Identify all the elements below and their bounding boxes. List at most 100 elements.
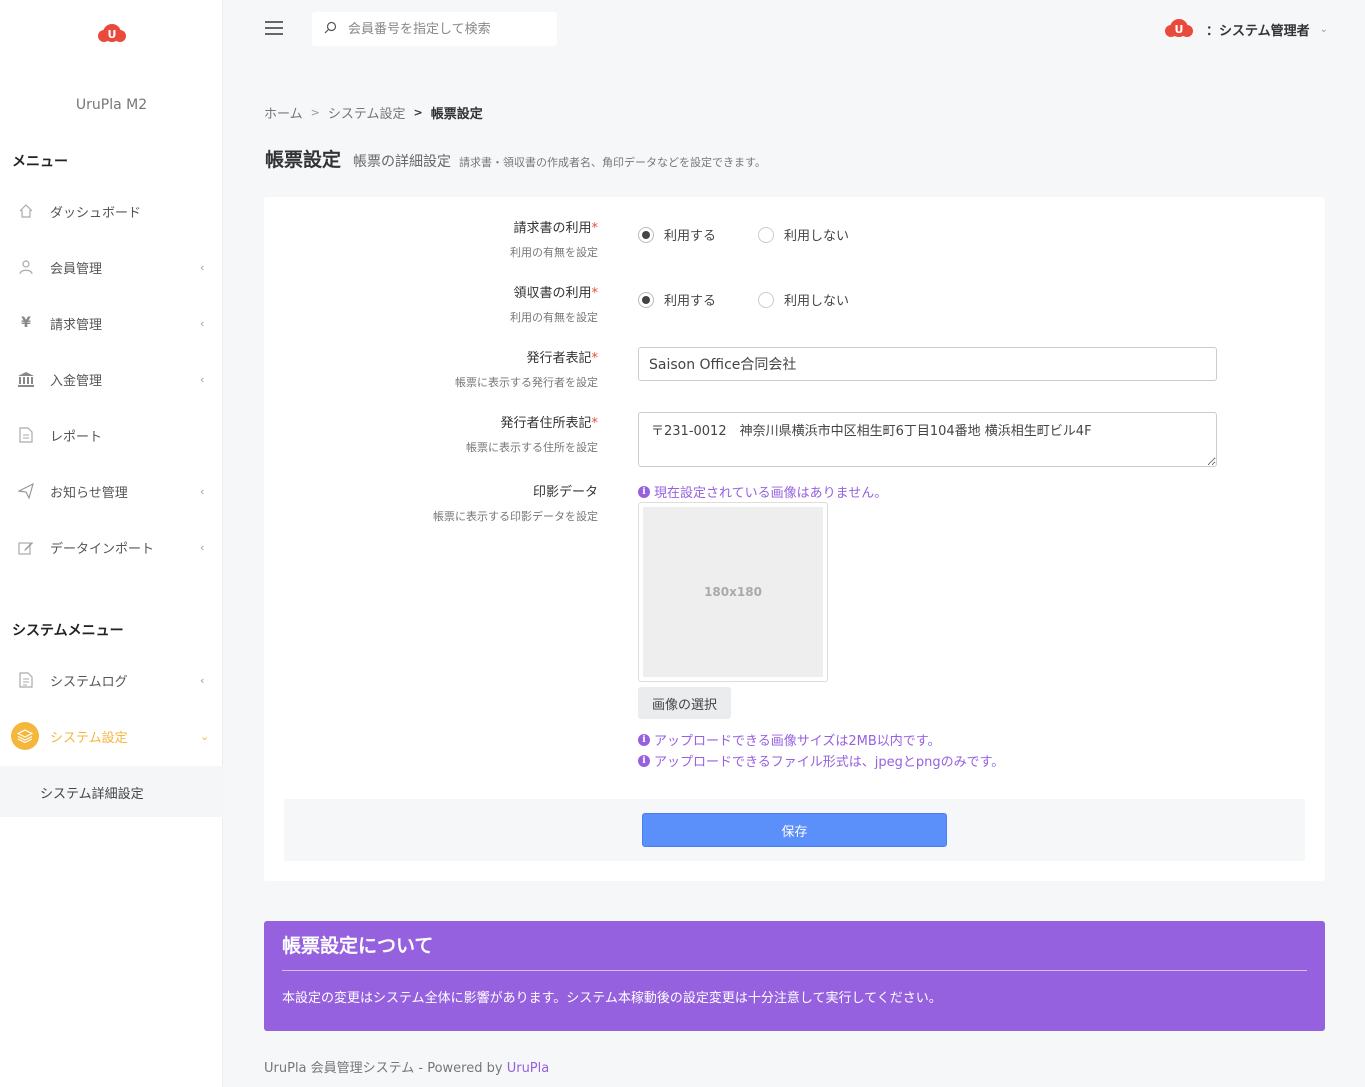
receipt-use-radio[interactable]: 利用する [638, 290, 716, 309]
required-mark: * [591, 221, 599, 236]
hamburger-menu-icon[interactable] [265, 21, 283, 35]
issuer-input[interactable] [638, 347, 1217, 381]
notice-text: アップロードできる画像サイズは2MB以内です。 [654, 734, 941, 749]
receipt-usage-label: 領収書の利用 [513, 286, 592, 301]
chevron-left-icon: ‹ [200, 372, 205, 386]
seal-label: 印影データ [532, 485, 598, 500]
submenu: システム詳細設定 [0, 766, 223, 817]
receipt-usage-radio-group: 利用する 利用しない [638, 290, 891, 309]
sidebar-item-label: 会員管理 [50, 261, 103, 277]
sidebar-item-billing[interactable]: ¥ 請求管理 ‹ [0, 303, 223, 343]
radio-label: 利用する [664, 294, 717, 309]
sidebar-subitem-system-detail-settings[interactable]: システム詳細設定 [40, 783, 144, 802]
chevron-left-icon: ‹ [200, 316, 205, 330]
radio-unchecked[interactable] [758, 291, 775, 308]
user-menu[interactable]: U ：システム管理者 ⌄ [1164, 16, 1328, 42]
issuer-label: 発行者表記 [526, 351, 592, 366]
notice-text: 現在設定されている画像はありません。 [654, 486, 888, 501]
radio-label: 利用しない [784, 294, 850, 309]
required-mark: * [591, 416, 599, 431]
user-icon [17, 258, 35, 276]
select-image-button[interactable]: 画像の選択 [638, 687, 731, 719]
seal-notice-format: i アップロードできるファイル形式は、jpegとpngのみです。 [638, 751, 1004, 770]
sidebar-item-label: 入金管理 [50, 373, 103, 389]
address-textarea[interactable]: 〒231-0012 神奈川県横浜市中区相生町6丁目104番地 横浜相生町ビル4F [638, 412, 1217, 467]
info-divider [282, 970, 1307, 971]
seal-image-frame: 180x180 [638, 502, 828, 682]
footer-text: UruPla 会員管理システム - Powered by [264, 1061, 507, 1076]
radio-label: 利用する [664, 229, 717, 244]
log-icon [17, 671, 35, 689]
breadcrumb: ホーム > システム設定 > 帳票設定 [264, 103, 483, 122]
address-help: 帳票に表示する住所を設定 [466, 441, 598, 454]
radio-label: 利用しない [784, 229, 850, 244]
settings-form-card: 請求書の利用* 利用の有無を設定 利用する 利用しない 領収書の利用* 利用の有… [264, 197, 1325, 881]
document-icon [17, 426, 35, 444]
invoice-usage-label: 請求書の利用 [513, 221, 592, 236]
breadcrumb-parent[interactable]: システム設定 [328, 103, 406, 122]
receipt-usage-help: 利用の有無を設定 [510, 311, 598, 324]
sidebar-item-data-import[interactable]: データインポート ‹ [0, 527, 223, 567]
footer-link[interactable]: UruPla [507, 1061, 550, 1076]
sidebar-item-system-log[interactable]: システムログ ‹ [0, 660, 223, 700]
sidebar-item-notices[interactable]: お知らせ管理 ‹ [0, 471, 223, 511]
invoice-usage-help: 利用の有無を設定 [510, 246, 598, 259]
breadcrumb-separator-icon: > [413, 106, 423, 119]
system-menu-heading: システムメニュー [12, 623, 124, 639]
seal-notice-size: i アップロードできる画像サイズは2MB以内です。 [638, 730, 940, 749]
chevron-down-icon: ⌄ [200, 729, 210, 743]
sidebar-item-label: レポート [50, 429, 103, 445]
breadcrumb-current: 帳票設定 [430, 107, 483, 122]
site-footer: UruPla 会員管理システム - Powered by UruPla [264, 1057, 549, 1076]
sidebar-item-reports[interactable]: レポート [0, 415, 223, 455]
search-icon[interactable] [324, 21, 337, 38]
info-icon: i [638, 485, 650, 498]
user-avatar-logo: U [1165, 19, 1193, 37]
sidebar-item-label: ダッシュボード [50, 205, 142, 221]
address-label: 発行者住所表記 [500, 416, 592, 431]
brand-logo[interactable]: U [97, 20, 127, 44]
seal-help: 帳票に表示する印影データを設定 [433, 510, 598, 523]
chevron-left-icon: ‹ [200, 673, 205, 687]
menu-heading: メニュー [12, 154, 68, 170]
chevron-down-icon: ⌄ [1319, 23, 1329, 35]
svg-text:U: U [1175, 23, 1184, 36]
sidebar-item-label: システム設定 [50, 730, 128, 746]
seal-image-placeholder: 180x180 [643, 507, 823, 677]
paper-plane-icon [17, 482, 35, 500]
radio-unchecked[interactable] [758, 226, 775, 243]
sidebar-item-payments[interactable]: 入金管理 ‹ [0, 359, 223, 399]
app-name: UruPla M2 [75, 97, 148, 113]
sidebar-item-members[interactable]: 会員管理 ‹ [0, 247, 223, 287]
invoice-nouse-radio[interactable]: 利用しない [758, 225, 849, 244]
chevron-left-icon: ‹ [200, 540, 205, 554]
yen-icon: ¥ [21, 315, 31, 331]
sidebar-item-system-settings[interactable]: システム設定 ⌄ [0, 716, 223, 756]
breadcrumb-separator-icon: > [310, 106, 320, 119]
seal-notice-none: i 現在設定されている画像はありません。 [638, 482, 887, 501]
sidebar-item-dashboard[interactable]: ダッシュボード [0, 191, 223, 231]
layers-icon [11, 722, 39, 750]
page-description: 請求書・領収書の作成者名、角印データなどを設定できます。 [459, 156, 766, 169]
radio-checked[interactable] [638, 226, 654, 243]
sidebar-item-label: 請求管理 [50, 317, 103, 333]
issuer-help: 帳票に表示する発行者を設定 [455, 376, 598, 389]
search-input[interactable] [348, 20, 548, 38]
radio-checked[interactable] [638, 291, 654, 308]
bank-icon [17, 370, 35, 388]
invoice-use-radio[interactable]: 利用する [638, 225, 716, 244]
breadcrumb-home[interactable]: ホーム [264, 103, 303, 122]
page-subtitle: 帳票の詳細設定 [353, 154, 452, 170]
info-icon: i [638, 754, 650, 767]
address-label-group: 発行者住所表記* 帳票に表示する住所を設定 [466, 412, 598, 455]
chevron-left-icon: ‹ [200, 484, 205, 498]
page-title: 帳票設定 [265, 149, 342, 171]
save-button[interactable]: 保存 [642, 813, 947, 847]
info-panel: 帳票設定について 本設定の変更はシステム全体に影響があります。システム本稼動後の… [264, 921, 1325, 1031]
form-footer-bar: 保存 [284, 799, 1305, 861]
info-text: 本設定の変更はシステム全体に影響があります。システム本稼動後の設定変更は十分注意… [282, 991, 942, 1006]
invoice-usage-radio-group: 利用する 利用しない [638, 225, 891, 244]
edit-icon [17, 538, 35, 556]
receipt-nouse-radio[interactable]: 利用しない [758, 290, 849, 309]
sidebar: U UruPla M2 メニュー ダッシュボード 会員管理 ‹ ¥ 請求管理 ‹… [0, 0, 223, 1087]
